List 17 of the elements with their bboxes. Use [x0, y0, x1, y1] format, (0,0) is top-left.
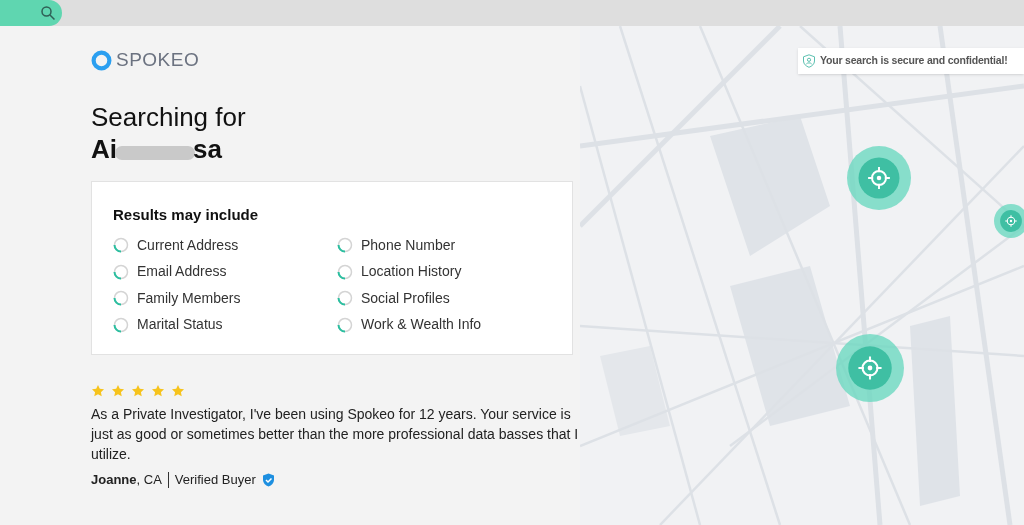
- result-item: Marital Status: [137, 315, 223, 335]
- searched-name: sa: [193, 132, 222, 165]
- result-item: Current Address: [137, 235, 239, 255]
- result-item: Email Address: [137, 262, 227, 282]
- card-title: Results may include: [113, 204, 260, 225]
- secure-text: Your search is secure and confidential!: [820, 53, 1008, 69]
- result-item: Social Profiles: [361, 288, 450, 308]
- result-item: Family Members: [137, 288, 241, 308]
- reviewer-name: Joanne, CA: [91, 471, 162, 489]
- result-item: Work & Wealth Info: [361, 315, 482, 335]
- result-item: Location History: [361, 262, 462, 282]
- brand-name: SPOKEO: [116, 48, 200, 72]
- review-text: As a Private Investigator, I've been using Spokeo for 12 years. Your service is just as good or sometimes better than the more professional data basses that I utilize.: [91, 405, 580, 464]
- searched-name: Ai: [91, 132, 117, 165]
- page-heading: Searching for: [91, 100, 247, 133]
- verified-label: Verified Buyer: [174, 471, 256, 489]
- result-item: Phone Number: [361, 235, 456, 255]
